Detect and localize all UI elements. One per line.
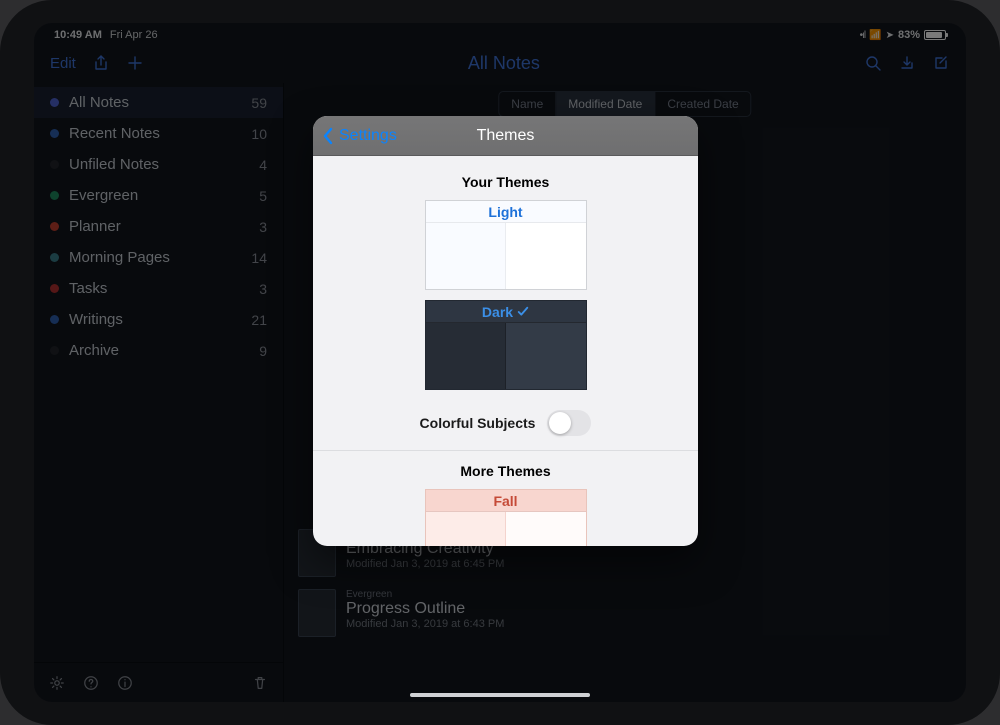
dot-icon [50, 129, 59, 138]
sidebar-item-evergreen[interactable]: Evergreen 5 [34, 180, 283, 211]
battery-icon [924, 30, 946, 40]
more-themes-heading: More Themes [313, 463, 698, 479]
sidebar-item-count: 10 [251, 126, 267, 142]
theme-fall[interactable]: Fall [425, 489, 587, 546]
sidebar-item-label: Unfiled Notes [69, 156, 159, 173]
sidebar-item-count: 3 [259, 281, 267, 297]
sidebar-item-count: 4 [259, 157, 267, 173]
sidebar-item-recent-notes[interactable]: Recent Notes 10 [34, 118, 283, 149]
sidebar: All Notes 59 Recent Notes 10 Unfiled Not… [34, 83, 284, 702]
info-icon[interactable] [116, 674, 134, 692]
sort-modified-date[interactable]: Modified Date [556, 92, 655, 116]
page-title: All Notes [144, 53, 864, 74]
toggle-knob [549, 412, 571, 434]
sort-name[interactable]: Name [499, 92, 556, 116]
archive-icon[interactable] [898, 54, 916, 72]
theme-label: Fall [493, 493, 517, 509]
add-icon[interactable] [126, 54, 144, 72]
theme-label: Dark [482, 304, 513, 320]
sidebar-item-label: Planner [69, 218, 121, 235]
sidebar-item-count: 9 [259, 343, 267, 359]
sidebar-item-label: All Notes [69, 94, 129, 111]
sidebar-item-count: 14 [251, 250, 267, 266]
sort-created-date[interactable]: Created Date [655, 92, 750, 116]
gear-icon[interactable] [48, 674, 66, 692]
app-toolbar: Edit All Notes [34, 43, 966, 83]
status-bar: 10:49 AM Fri Apr 26 83% [34, 23, 966, 43]
chevron-left-icon [319, 127, 337, 145]
popover-body[interactable]: Your Themes Light Dark Colorful Sub [313, 156, 698, 546]
popover-header: Settings Themes [313, 116, 698, 156]
note-modified: Modified Jan 3, 2019 at 6:43 PM [346, 618, 504, 630]
sidebar-item-tasks[interactable]: Tasks 3 [34, 273, 283, 304]
note-thumbnail [298, 589, 336, 637]
sidebar-item-label: Evergreen [69, 187, 138, 204]
dot-icon [50, 160, 59, 169]
compose-icon[interactable] [932, 54, 950, 72]
sidebar-item-count: 3 [259, 219, 267, 235]
sidebar-item-all-notes[interactable]: All Notes 59 [34, 87, 283, 118]
theme-dark[interactable]: Dark [425, 300, 587, 390]
help-icon[interactable] [82, 674, 100, 692]
sidebar-footer [34, 662, 283, 702]
dot-icon [50, 315, 59, 324]
sidebar-item-writings[interactable]: Writings 21 [34, 304, 283, 335]
sidebar-item-count: 21 [251, 312, 267, 328]
screen: 10:49 AM Fri Apr 26 83% Edit [34, 23, 966, 702]
colorful-subjects-label: Colorful Subjects [420, 415, 536, 431]
sidebar-item-count: 5 [259, 188, 267, 204]
trash-icon[interactable] [251, 674, 269, 692]
sort-segmented-control[interactable]: Name Modified Date Created Date [498, 91, 751, 117]
sidebar-item-morning-pages[interactable]: Morning Pages 14 [34, 242, 283, 273]
colorful-subjects-toggle[interactable] [547, 410, 591, 436]
dot-icon [50, 222, 59, 231]
themes-popover: Settings Themes Your Themes Light Dark [313, 116, 698, 546]
sidebar-item-label: Tasks [69, 280, 107, 297]
sidebar-item-label: Recent Notes [69, 125, 160, 142]
your-themes-heading: Your Themes [313, 174, 698, 190]
note-modified: Modified Jan 3, 2019 at 6:45 PM [346, 558, 504, 570]
note-category: Evergreen [346, 589, 504, 600]
theme-label: Light [488, 204, 522, 220]
wifi-icon [869, 29, 881, 41]
dot-icon [50, 191, 59, 200]
dot-icon [50, 253, 59, 262]
list-item[interactable]: Evergreen Progress Outline Modified Jan … [284, 583, 966, 643]
colorful-subjects-row: Colorful Subjects [313, 410, 698, 451]
sidebar-item-unfiled-notes[interactable]: Unfiled Notes 4 [34, 149, 283, 180]
sidebar-item-label: Archive [69, 342, 119, 359]
edit-button[interactable]: Edit [50, 55, 76, 72]
battery-percent: 83% [898, 29, 920, 41]
share-icon[interactable] [92, 54, 110, 72]
dot-icon [50, 98, 59, 107]
dot-icon [50, 346, 59, 355]
ipad-frame: 10:49 AM Fri Apr 26 83% Edit [0, 0, 1000, 725]
back-button[interactable]: Settings [313, 127, 397, 145]
sidebar-item-label: Morning Pages [69, 249, 170, 266]
home-indicator[interactable] [410, 693, 590, 697]
sidebar-item-count: 59 [251, 95, 267, 111]
status-date: Fri Apr 26 [110, 29, 158, 41]
search-icon[interactable] [864, 54, 882, 72]
back-label: Settings [339, 127, 397, 145]
sidebar-list: All Notes 59 Recent Notes 10 Unfiled Not… [34, 83, 283, 662]
theme-light[interactable]: Light [425, 200, 587, 290]
location-icon [886, 29, 894, 41]
status-time: 10:49 AM [54, 29, 102, 41]
checkmark-icon [517, 306, 529, 318]
note-title: Progress Outline [346, 600, 504, 618]
sidebar-item-label: Writings [69, 311, 123, 328]
sidebar-item-archive[interactable]: Archive 9 [34, 335, 283, 366]
dot-icon [50, 284, 59, 293]
cellular-signal-icon [860, 29, 866, 41]
sidebar-item-planner[interactable]: Planner 3 [34, 211, 283, 242]
